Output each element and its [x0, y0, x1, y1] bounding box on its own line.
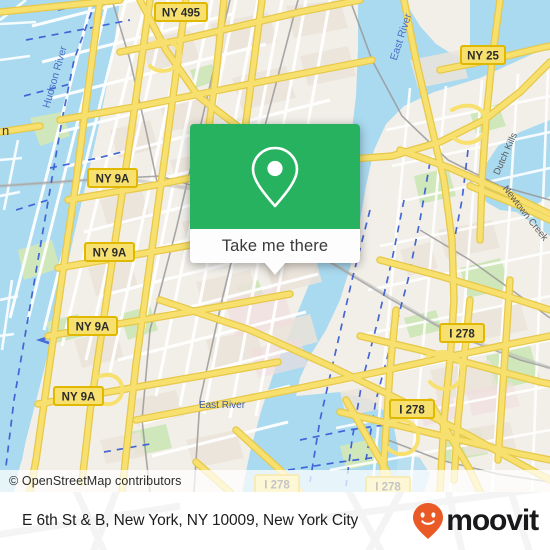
moovit-wordmark: moovit: [446, 504, 539, 537]
shield-ny-9a-2: NY 9A: [84, 242, 135, 262]
popup-action-bar[interactable]: Take me there: [190, 229, 360, 263]
moovit-smiley-pin-icon: [413, 503, 444, 539]
svg-text:I 278: I 278: [399, 405, 425, 417]
shield-ny-9a-4: NY 9A: [53, 386, 104, 406]
popup-pointer-tail: [264, 262, 286, 275]
svg-text:NY 9A: NY 9A: [93, 248, 127, 260]
moovit-location-card: Hudson River East River East River Dutch…: [0, 0, 550, 550]
attribution-text: © OpenStreetMap contributors: [9, 474, 182, 488]
svg-text:NY 495: NY 495: [162, 8, 201, 20]
shield-ny-9a-3: NY 9A: [67, 316, 118, 336]
svg-text:I 278: I 278: [449, 329, 475, 341]
svg-text:NY 9A: NY 9A: [62, 392, 96, 404]
info-footer: E 6th St & B, New York, NY 10009, New Yo…: [0, 492, 550, 550]
shield-ny-495: NY 495: [154, 2, 208, 22]
svg-text:NY 9A: NY 9A: [76, 322, 110, 334]
shield-i-278-1: I 278: [439, 323, 485, 343]
location-pin-icon: [251, 146, 299, 207]
moovit-logo[interactable]: moovit: [412, 502, 539, 540]
take-me-there-popup[interactable]: Take me there: [190, 124, 360, 275]
svg-text:NY 9A: NY 9A: [96, 174, 130, 186]
map-attribution: © OpenStreetMap contributors: [0, 470, 550, 492]
edge-label: n: [2, 123, 9, 138]
shield-ny-25: NY 25: [460, 45, 506, 65]
popup-icon-area: [190, 124, 360, 229]
shield-ny-9a-1: NY 9A: [87, 168, 138, 188]
water-label: East River: [199, 400, 246, 411]
svg-text:NY 25: NY 25: [467, 51, 499, 63]
location-title: E 6th St & B, New York, NY 10009, New Yo…: [22, 512, 359, 529]
shield-i-278-2: I 278: [389, 399, 435, 419]
take-me-there-label: Take me there: [221, 236, 329, 255]
footer-content: E 6th St & B, New York, NY 10009, New Yo…: [0, 492, 550, 550]
